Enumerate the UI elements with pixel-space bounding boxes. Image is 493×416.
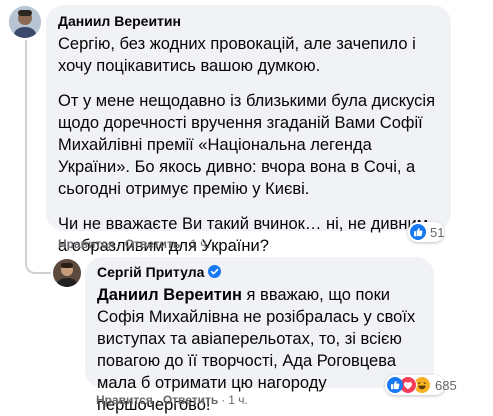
reply-avatar[interactable] [53, 259, 81, 287]
thread-connector [25, 40, 51, 274]
user-avatar-icon [53, 259, 81, 287]
reply-author[interactable]: Сергій Притула [97, 263, 204, 281]
avatar[interactable] [9, 6, 41, 38]
comment-text: Сергію, без жодних провокацій, але зачеп… [58, 33, 439, 257]
comment-paragraph-1: Сергію, без жодних провокацій, але зачеп… [58, 35, 416, 75]
reply-bubble: Сергій Притула Даниил Вереитин я вважаю,… [85, 257, 434, 414]
like-button[interactable]: Нравится [96, 393, 153, 407]
comment-bubble: Даниил Вереитин Сергію, без жодних прово… [46, 5, 451, 255]
like-icon [387, 377, 403, 393]
reaction-count: 685 [435, 377, 457, 393]
reply-mention[interactable]: Даниил Вереитин [97, 286, 242, 304]
comment-author[interactable]: Даниил Вереитин [58, 12, 181, 30]
reply-button[interactable]: Ответить [163, 393, 218, 407]
like-button[interactable]: Нравится [58, 237, 115, 251]
user-avatar-icon [9, 6, 41, 38]
reaction-count: 51 [430, 224, 445, 240]
like-icon [410, 224, 426, 240]
verified-badge-icon [208, 265, 222, 278]
reply-button[interactable]: Ответить [125, 237, 180, 251]
reply-actions: Нравится · Ответить · 1 ч. [96, 393, 248, 407]
reply-header: Сергій Притула [97, 263, 422, 282]
comment-reactions[interactable]: 51 [408, 222, 444, 242]
reply-timestamp[interactable]: 1 ч. [228, 393, 248, 407]
comment-paragraph-2: От у мене нещодавно із близькими була ди… [58, 92, 436, 198]
reply-reactions[interactable]: 685 [385, 375, 457, 395]
comment-timestamp[interactable]: 1 ч. [190, 237, 210, 251]
comment-actions: Нравится · Ответить · 1 ч. [58, 237, 210, 251]
